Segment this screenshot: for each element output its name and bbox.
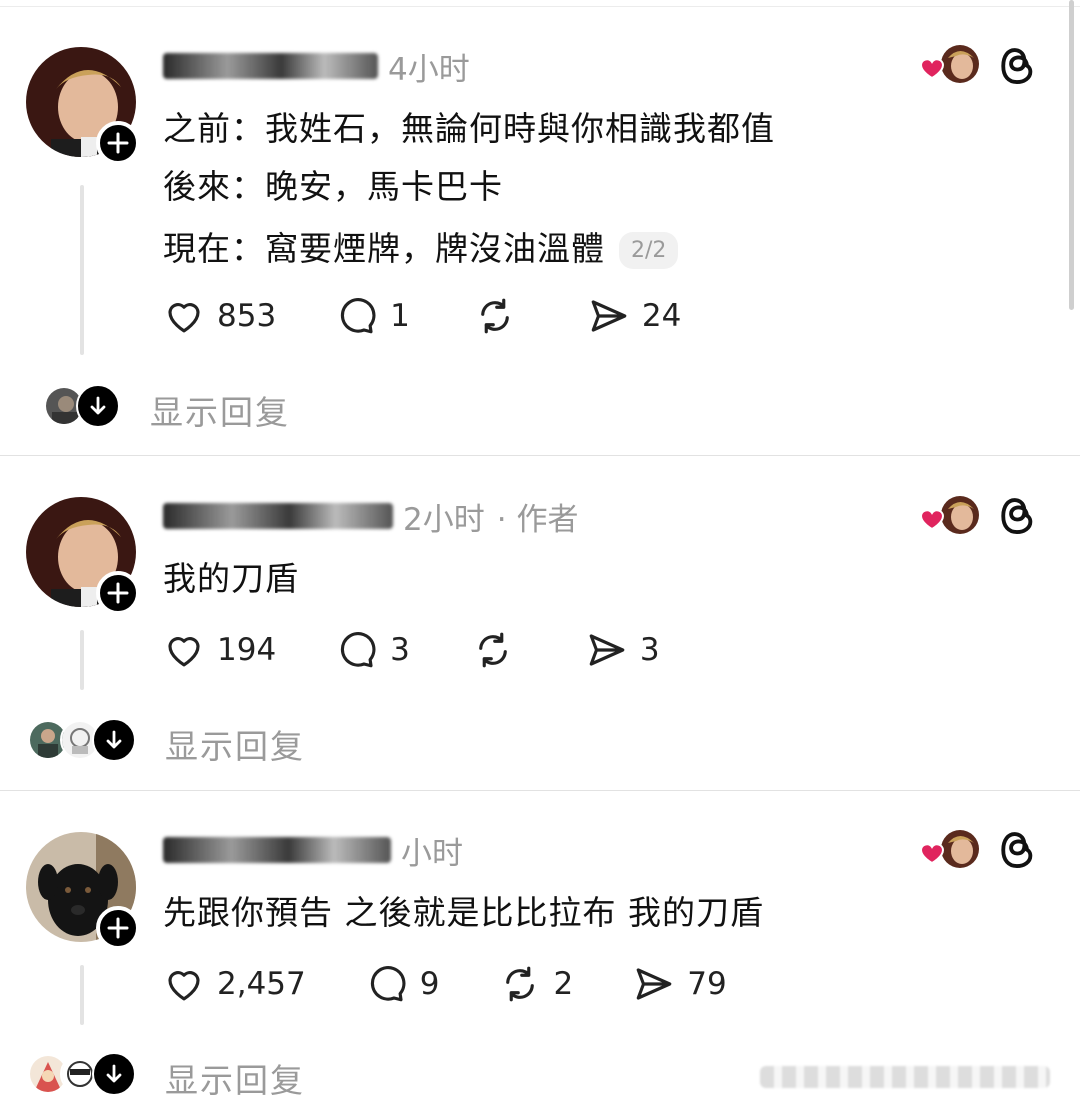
repost-icon (506, 966, 535, 1002)
like-button[interactable]: 853 (163, 295, 276, 337)
thread-line (80, 630, 84, 690)
action-bar: 853 1 24 (163, 294, 741, 338)
action-bar: 2,457 9 2 79 (163, 962, 787, 1006)
like-button[interactable]: 194 (163, 629, 276, 671)
expand-replies-button[interactable] (92, 718, 136, 762)
post-time: 4小时 (388, 51, 470, 88)
like-button[interactable]: 2,457 (163, 963, 306, 1005)
repost-count: 2 (553, 966, 574, 1002)
repost-icon (479, 632, 507, 668)
post-text-line: 之前：我姓石，無論何時與你相識我都值 (163, 109, 775, 148)
plus-icon (107, 582, 129, 604)
thread-line (80, 965, 84, 1025)
post-text-line-3: 現在：窩要煙牌，牌沒油溫體 2/2 (163, 222, 679, 270)
heart-icon (168, 637, 200, 667)
threads-logo-icon[interactable] (998, 45, 1040, 87)
reply-avatars[interactable] (44, 384, 120, 428)
comment-count: 9 (419, 966, 440, 1002)
scrollbar[interactable] (1069, 0, 1074, 310)
expand-replies-button[interactable] (76, 384, 120, 428)
liked-by-author-icon (920, 830, 979, 868)
comment-icon (341, 298, 376, 334)
share-count: 24 (641, 298, 682, 334)
action-bar: 194 3 3 (163, 628, 720, 672)
like-count: 2,457 (217, 966, 306, 1002)
like-count: 853 (217, 298, 277, 334)
show-replies-link[interactable]: 显示回复 (165, 1054, 305, 1102)
share-icon (591, 300, 627, 332)
threads-logo-icon[interactable] (998, 495, 1040, 537)
comment-button[interactable]: 9 (366, 963, 440, 1005)
comment-button[interactable]: 3 (336, 629, 410, 671)
author-tag: · 作者 (496, 501, 579, 538)
plus-icon (107, 132, 129, 154)
down-arrow-icon (106, 730, 122, 749)
post-divider (0, 455, 1080, 456)
reply-avatars[interactable] (28, 1052, 136, 1096)
comment-count: 3 (390, 632, 410, 668)
down-arrow-icon (106, 1064, 122, 1083)
expand-replies-button[interactable] (92, 1052, 136, 1096)
username-redacted[interactable] (163, 837, 391, 863)
share-count: 79 (687, 966, 727, 1002)
follow-plus-button[interactable] (96, 571, 140, 615)
post-text-line: 我的刀盾 (163, 559, 299, 598)
top-divider (0, 0, 1080, 7)
post-text-line: 後來：晚安，馬卡巴卡 (163, 167, 503, 206)
heart-icon (168, 303, 200, 333)
share-icon (636, 968, 672, 1000)
comment-count: 1 (390, 298, 410, 334)
share-button[interactable]: 3 (586, 629, 660, 671)
comment-icon (370, 966, 406, 1002)
threads-logo-icon[interactable] (998, 829, 1040, 871)
watermark-redacted (760, 1066, 1050, 1088)
liked-by-author-icon (920, 45, 979, 83)
down-arrow-icon (90, 396, 106, 415)
username-redacted[interactable] (163, 53, 378, 79)
username-row: 4小时 (163, 46, 470, 88)
share-icon (589, 634, 625, 666)
username-row: 2小时 · 作者 (163, 496, 579, 538)
follow-plus-button[interactable] (96, 121, 140, 165)
show-replies-link[interactable]: 显示回复 (150, 386, 290, 434)
repost-icon (481, 298, 509, 334)
post-time: 小时 (401, 835, 463, 872)
comment-button[interactable]: 1 (336, 295, 410, 337)
post-time: 2小时 (403, 501, 485, 538)
repost-button[interactable] (472, 629, 526, 671)
repost-button[interactable]: 2 (499, 963, 573, 1005)
page-indicator[interactable]: 2/2 (619, 232, 679, 269)
post-text-line: 先跟你預告 之後就是比比拉布 我的刀盾 (163, 893, 764, 932)
reply-avatars[interactable] (28, 718, 136, 762)
share-count: 3 (639, 632, 660, 668)
follow-plus-button[interactable] (96, 906, 140, 950)
liked-by-author-icon (920, 496, 979, 534)
username-redacted[interactable] (163, 503, 393, 529)
like-count: 194 (217, 632, 277, 668)
post-divider (0, 790, 1080, 791)
share-button[interactable]: 79 (633, 963, 727, 1005)
thread-line (80, 185, 84, 355)
plus-icon (107, 917, 129, 939)
show-replies-link[interactable]: 显示回复 (165, 720, 305, 768)
share-button[interactable]: 24 (588, 295, 681, 337)
repost-button[interactable] (474, 295, 528, 337)
heart-icon (168, 971, 200, 1001)
username-row: 小时 (163, 830, 463, 872)
post-text-line: 現在：窩要煙牌，牌沒油溫體 (163, 229, 605, 268)
comment-icon (341, 632, 376, 668)
